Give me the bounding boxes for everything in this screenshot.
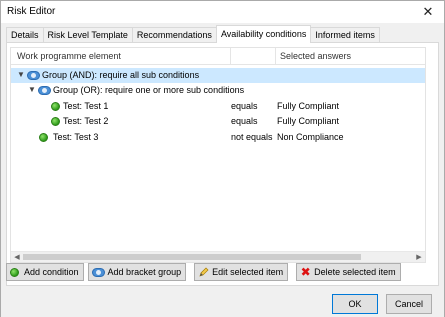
group-icon	[38, 86, 51, 95]
add-bracket-group-label: Add bracket group	[107, 267, 182, 277]
horizontal-scrollbar[interactable]: ◀ ▶	[11, 251, 425, 262]
column-header-selected-answers[interactable]: Selected answers	[280, 51, 351, 61]
delete-x-icon: ✖	[300, 265, 311, 279]
green-dot-icon	[10, 268, 19, 277]
test-icon	[39, 133, 48, 142]
add-bracket-group-button[interactable]: Add bracket group	[87, 263, 187, 281]
ok-button[interactable]: OK	[332, 294, 378, 314]
scrollbar-thumb[interactable]	[23, 254, 361, 260]
row-operator: equals	[231, 101, 258, 111]
row-operator: not equals	[231, 132, 273, 142]
collapse-icon[interactable]: ▼	[28, 86, 36, 94]
row-element: Group (AND): require all sub conditions	[42, 70, 200, 80]
scroll-left-icon[interactable]: ◀	[12, 253, 22, 262]
collapse-icon[interactable]: ▼	[17, 71, 25, 79]
column-header-element[interactable]: Work programme element	[17, 51, 121, 61]
title-bar: Risk Editor ✕	[1, 1, 444, 23]
tab-strip: Details Risk Level Template Recommendati…	[6, 25, 380, 43]
delete-selected-button[interactable]: ✖ Delete selected item	[296, 263, 401, 281]
action-toolbar: Add condition Add bracket group Edit sel…	[6, 263, 401, 281]
edit-selected-label: Edit selected item	[212, 267, 284, 277]
tree-row-test-2[interactable]: Test: Test 2 equals Fully Compliant	[11, 114, 425, 129]
column-divider[interactable]	[230, 48, 231, 65]
row-element: Group (OR): require one or more sub cond…	[53, 85, 245, 95]
close-icon[interactable]: ✕	[416, 2, 440, 22]
tree-row-test-3[interactable]: Test: Test 3 not equals Non Compliance	[11, 130, 425, 145]
tree-row-group-and[interactable]: ▼ Group (AND): require all sub condition…	[11, 68, 425, 83]
group-icon	[91, 268, 105, 277]
row-answer: Non Compliance	[277, 132, 344, 142]
delete-selected-label: Delete selected item	[314, 267, 396, 277]
tree-row-group-or[interactable]: ▼ Group (OR): require one or more sub co…	[11, 83, 425, 98]
add-condition-button[interactable]: Add condition	[6, 263, 84, 281]
column-divider[interactable]	[275, 48, 276, 65]
tab-recommendations[interactable]: Recommendations	[131, 27, 217, 43]
test-icon	[51, 117, 60, 126]
pencil-icon	[198, 267, 209, 278]
dialog-footer: OK Cancel	[1, 289, 444, 317]
scroll-right-icon[interactable]: ▶	[414, 253, 424, 262]
risk-editor-dialog: Risk Editor ✕ Details Risk Level Templat…	[0, 0, 445, 317]
tab-availability-conditions[interactable]: Availability conditions	[215, 25, 312, 43]
row-element: Test: Test 3	[53, 132, 99, 142]
row-operator: equals	[231, 116, 258, 126]
edit-selected-button[interactable]: Edit selected item	[194, 263, 289, 281]
availability-conditions-panel: Work programme element Selected answers …	[6, 42, 439, 286]
row-element: Test: Test 2	[63, 116, 109, 126]
conditions-tree[interactable]: Work programme element Selected answers …	[10, 47, 426, 263]
tab-informed-items[interactable]: Informed items	[310, 27, 380, 43]
add-condition-label: Add condition	[24, 267, 79, 277]
row-answer: Fully Compliant	[277, 116, 340, 126]
test-icon	[51, 102, 60, 111]
group-icon	[27, 71, 40, 80]
tree-row-test-1[interactable]: Test: Test 1 equals Fully Compliant	[11, 99, 425, 114]
window-title: Risk Editor	[7, 6, 56, 17]
tab-risk-level-template[interactable]: Risk Level Template	[42, 27, 133, 43]
tree-header: Work programme element Selected answers	[11, 48, 425, 65]
cancel-button[interactable]: Cancel	[386, 294, 432, 314]
row-element: Test: Test 1	[63, 101, 109, 111]
row-answer: Fully Compliant	[277, 101, 340, 111]
tab-details[interactable]: Details	[6, 27, 44, 43]
